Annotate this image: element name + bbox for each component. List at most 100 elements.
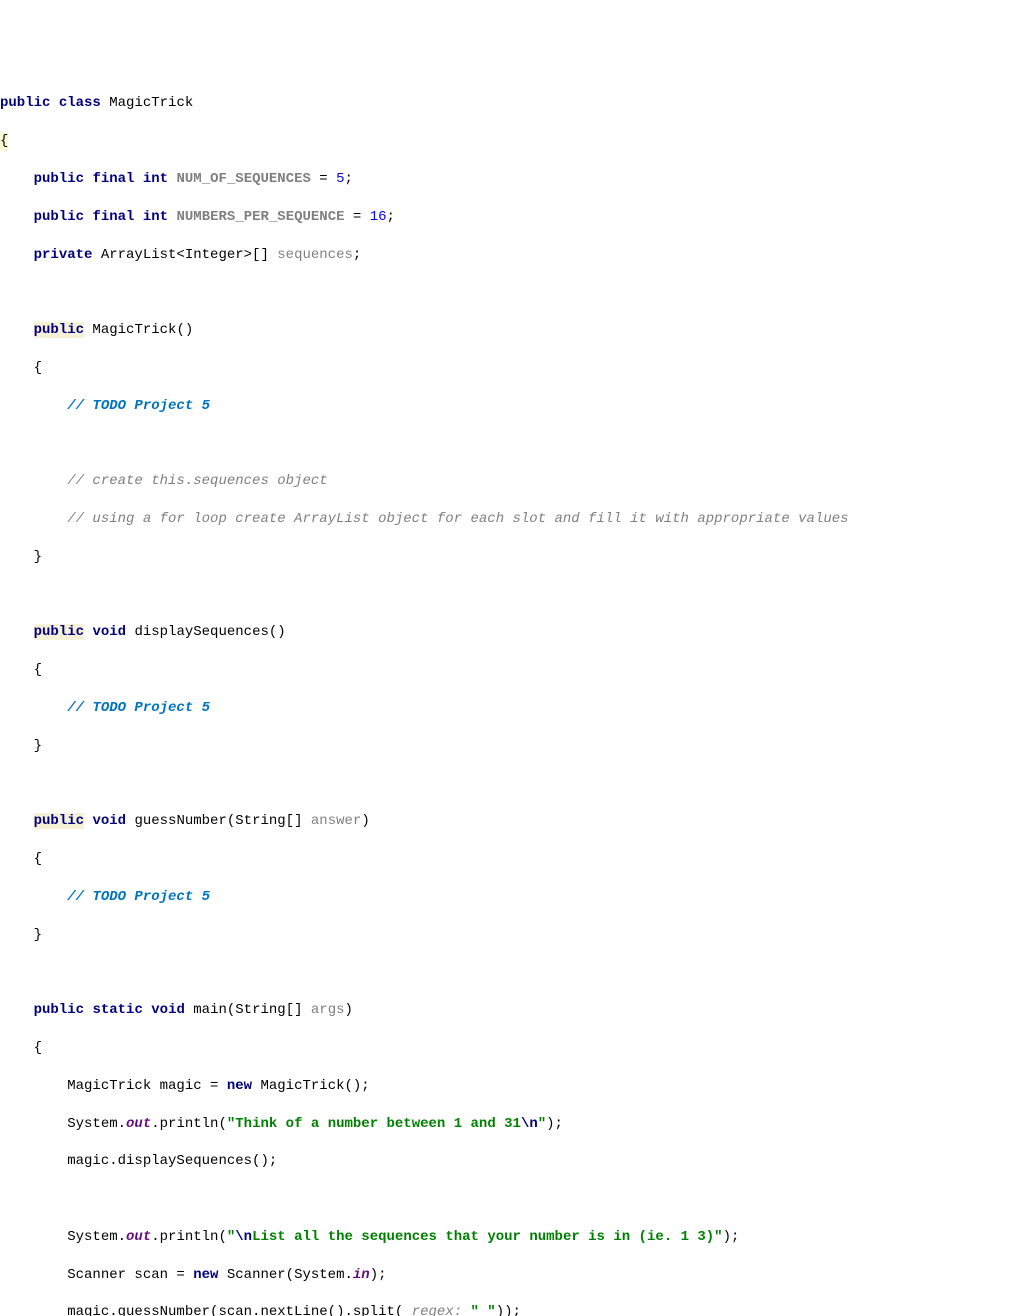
code-line: public class MagicTrick xyxy=(0,94,1024,113)
code-line: // TODO Project 5 xyxy=(0,699,1024,718)
blank-line xyxy=(0,586,1024,605)
field-out: out xyxy=(126,1116,151,1132)
code-line: { xyxy=(0,359,1024,378)
code-line: { xyxy=(0,661,1024,680)
param-name: args xyxy=(311,1002,345,1018)
code-line: { xyxy=(0,1039,1024,1058)
keyword-void: void xyxy=(92,813,126,829)
param-hint: regex: xyxy=(412,1304,471,1316)
code-line: // using a for loop create ArrayList obj… xyxy=(0,510,1024,529)
stmt-a: MagicTrick magic = xyxy=(67,1078,227,1094)
code-line: public final int NUMBERS_PER_SEQUENCE = … xyxy=(0,208,1024,227)
open-brace: { xyxy=(34,360,42,376)
todo-comment: // TODO Project 5 xyxy=(67,889,210,905)
blank-line xyxy=(0,963,1024,982)
stmt: magic.displaySequences(); xyxy=(67,1153,277,1169)
blank-line xyxy=(0,1190,1024,1209)
keyword-public: public xyxy=(34,171,84,187)
code-line: { xyxy=(0,850,1024,869)
code-line: // TODO Project 5 xyxy=(0,888,1024,907)
stmt-b: .println( xyxy=(151,1229,227,1245)
stmt-b: )); xyxy=(496,1304,521,1316)
keyword-class: class xyxy=(59,95,101,111)
todo-comment: // TODO Project 5 xyxy=(67,700,210,716)
code-line: public final int NUM_OF_SEQUENCES = 5; xyxy=(0,170,1024,189)
code-editor: public class MagicTrick { public final i… xyxy=(0,76,1024,1316)
keyword-new: new xyxy=(193,1267,218,1283)
blank-line xyxy=(0,283,1024,302)
code-line: public static void main(String[] args) xyxy=(0,1001,1024,1020)
method-sig-b: ) xyxy=(361,813,369,829)
code-line: public void displaySequences() xyxy=(0,623,1024,642)
class-name: MagicTrick xyxy=(109,95,193,111)
method-sig-a: main(String[] xyxy=(185,1002,311,1018)
string-literal: " " xyxy=(471,1304,496,1316)
open-brace: { xyxy=(34,851,42,867)
open-brace: { xyxy=(0,132,8,151)
stmt-a: Scanner scan = xyxy=(67,1267,193,1283)
keyword-public: public xyxy=(34,813,84,829)
string-end: " xyxy=(538,1116,546,1132)
todo-comment: // TODO Project 5 xyxy=(67,398,210,414)
code-line: private ArrayList<Integer>[] sequences; xyxy=(0,246,1024,265)
comment: // using a for loop create ArrayList obj… xyxy=(67,511,848,527)
keyword-static: static xyxy=(92,1002,142,1018)
keyword-public: public xyxy=(34,624,84,640)
code-line: System.out.println("Think of a number be… xyxy=(0,1115,1024,1134)
code-line: // create this.sequences object xyxy=(0,472,1024,491)
code-line: magic.guessNumber(scan.nextLine().split(… xyxy=(0,1303,1024,1316)
code-line: } xyxy=(0,926,1024,945)
escape-seq: \n xyxy=(235,1229,252,1245)
code-line: System.out.println("\nList all the seque… xyxy=(0,1228,1024,1247)
stmt-a: System. xyxy=(67,1229,126,1245)
stmt-a: magic.guessNumber(scan.nextLine().split( xyxy=(67,1304,411,1316)
field-name: sequences xyxy=(277,247,353,263)
escape-seq: \n xyxy=(521,1116,538,1132)
code-line: MagicTrick magic = new MagicTrick(); xyxy=(0,1077,1024,1096)
blank-line xyxy=(0,775,1024,794)
semicolon: ; xyxy=(353,247,361,263)
param-name: answer xyxy=(311,813,361,829)
code-line: // TODO Project 5 xyxy=(0,397,1024,416)
constant-name: NUMBERS_PER_SEQUENCE xyxy=(176,209,344,225)
code-line: } xyxy=(0,737,1024,756)
code-line: public MagicTrick() xyxy=(0,321,1024,340)
stmt-c: ); xyxy=(723,1229,740,1245)
blank-line xyxy=(0,434,1024,453)
string-literal: List all the sequences that your number … xyxy=(252,1229,722,1245)
keyword-final: final xyxy=(92,171,134,187)
keyword-int: int xyxy=(143,171,168,187)
stmt-c: ); xyxy=(546,1116,563,1132)
keyword-public: public xyxy=(34,209,84,225)
stmt-b: Scanner(System. xyxy=(218,1267,352,1283)
code-line: Scanner scan = new Scanner(System.in); xyxy=(0,1266,1024,1285)
stmt-b: .println( xyxy=(151,1116,227,1132)
stmt-a: System. xyxy=(67,1116,126,1132)
keyword-void: void xyxy=(92,624,126,640)
constructor-sig: MagicTrick() xyxy=(84,322,193,338)
method-sig-b: ) xyxy=(345,1002,353,1018)
string-quote: " xyxy=(227,1229,235,1245)
close-brace: } xyxy=(34,738,42,754)
code-line: } xyxy=(0,548,1024,567)
assign: = xyxy=(311,171,336,187)
open-brace: { xyxy=(34,1040,42,1056)
close-brace: } xyxy=(34,927,42,943)
keyword-public: public xyxy=(34,322,84,338)
keyword-public: public xyxy=(0,95,50,111)
keyword-final: final xyxy=(92,209,134,225)
keyword-public: public xyxy=(34,1002,84,1018)
code-line: { xyxy=(0,132,1024,151)
assign: = xyxy=(345,209,370,225)
string-literal: "Think of a number between 1 and 31 xyxy=(227,1116,521,1132)
method-sig-a: guessNumber(String[] xyxy=(126,813,311,829)
open-brace: { xyxy=(34,662,42,678)
keyword-new: new xyxy=(227,1078,252,1094)
code-line: magic.displaySequences(); xyxy=(0,1152,1024,1171)
code-line: public void guessNumber(String[] answer) xyxy=(0,812,1024,831)
semicolon: ; xyxy=(345,171,353,187)
field-in: in xyxy=(353,1267,370,1283)
stmt-b: MagicTrick(); xyxy=(252,1078,370,1094)
keyword-void: void xyxy=(151,1002,185,1018)
field-out: out xyxy=(126,1229,151,1245)
